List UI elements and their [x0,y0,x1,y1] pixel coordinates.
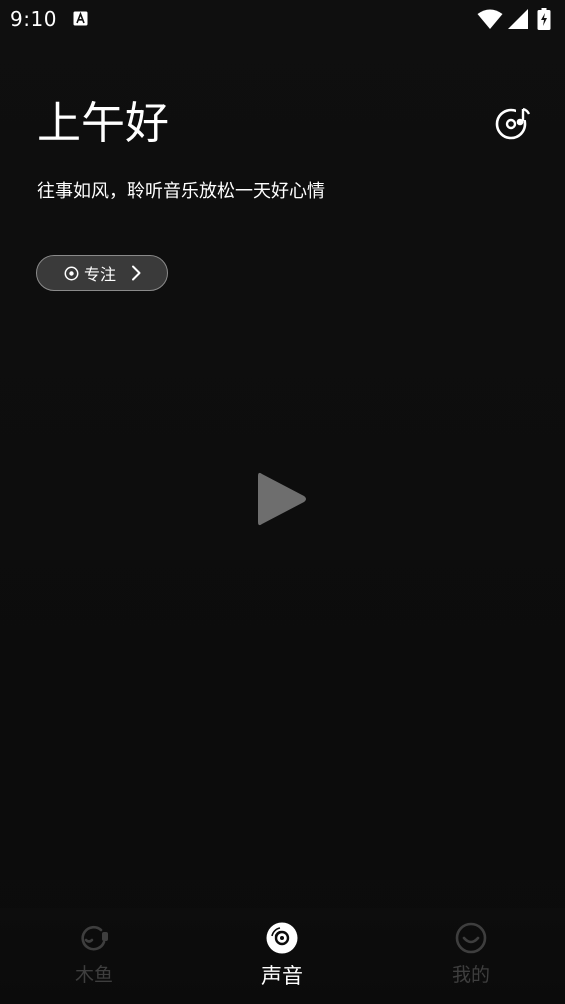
status-bar: 9:10 [0,0,565,38]
bottom-nav: 木鱼 声音 我的 [0,908,565,1004]
page-title: 上午好 [37,98,169,149]
status-icons [477,8,557,30]
nav-label-mine: 我的 [451,964,490,986]
nav-item-mine[interactable]: 我的 [411,908,531,1004]
status-time: 9:10 [10,7,57,31]
play-icon[interactable] [252,466,312,532]
music-disc-icon[interactable] [494,104,532,142]
target-icon [64,266,79,280]
focus-label: 专注 [84,265,117,284]
notification-a-icon [73,11,88,26]
signal-icon [508,9,528,29]
wifi-icon [477,9,503,29]
smiley-icon [455,922,487,954]
wooden-fish-icon [81,925,108,951]
nav-label-wooden-fish: 木鱼 [74,964,113,986]
greeting-subtitle: 往事如风，聆听音乐放松一天好心情 [37,181,325,202]
nav-label-sound: 声音 [261,964,303,988]
chevron-right-icon [132,265,141,281]
app-screen: 9:10 上午好 往事如风，聆听音乐放松一天好心情 专注 木鱼 声音 我的 [0,0,565,1004]
nav-item-sound[interactable]: 声音 [222,908,342,1004]
nav-item-wooden-fish[interactable]: 木鱼 [34,908,154,1004]
disc-icon [266,922,298,954]
battery-charging-icon [537,8,551,30]
focus-button[interactable]: 专注 [36,255,168,291]
